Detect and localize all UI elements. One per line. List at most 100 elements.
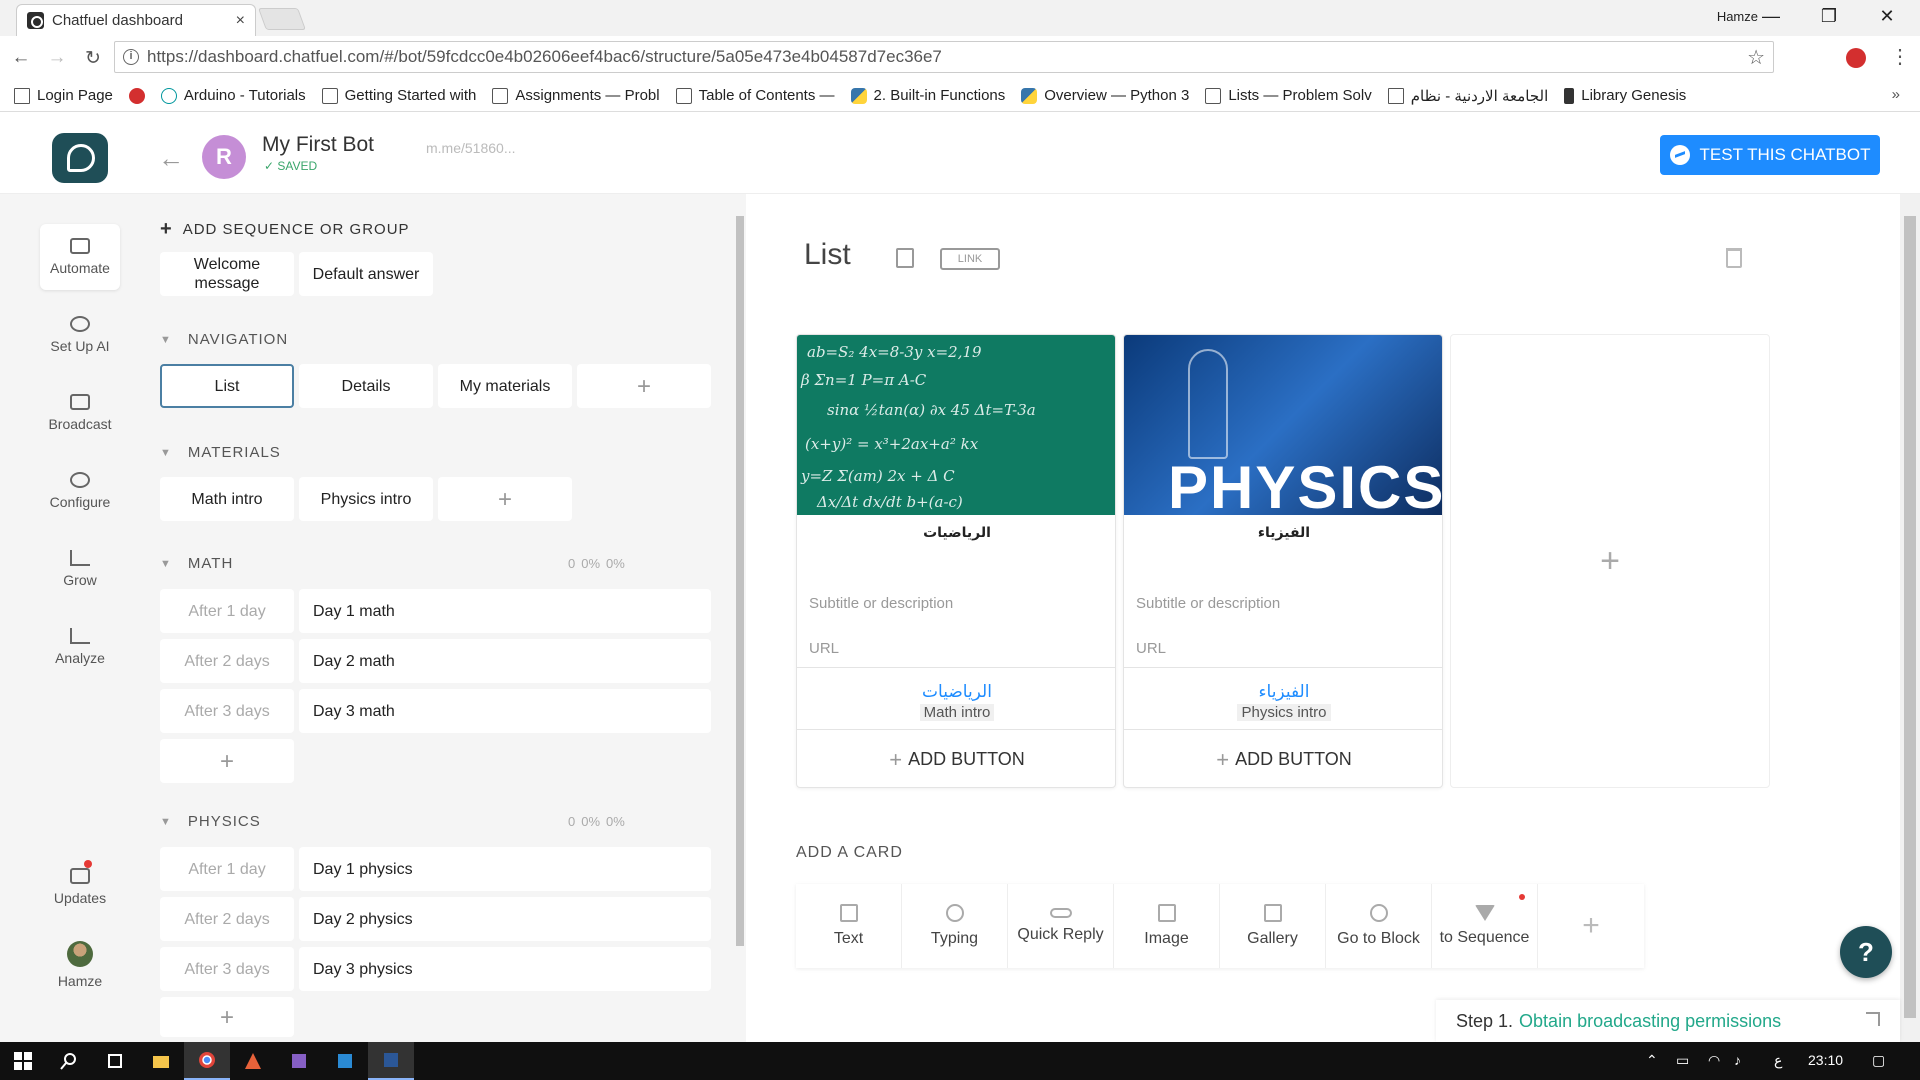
nav-set-up-ai[interactable]: Set Up AI (40, 302, 120, 368)
add-sequence-block-button[interactable]: + (160, 739, 294, 783)
bookmark-item[interactable]: Arduino - Tutorials (160, 87, 306, 104)
new-tab-button[interactable] (257, 8, 307, 30)
bookmark-item[interactable]: Assignments — Probl (492, 87, 660, 104)
nav-updates[interactable]: Updates (40, 854, 120, 920)
nav-grow[interactable]: Grow (40, 536, 120, 602)
card-subtitle-input[interactable]: Subtitle or description (1136, 595, 1280, 612)
test-chatbot-button[interactable]: TEST THIS CHATBOT (1660, 135, 1880, 175)
restore-button[interactable]: ❐ (1806, 6, 1852, 27)
bookmark-item[interactable] (128, 87, 145, 104)
url-text[interactable]: https://dashboard.chatfuel.com/#/bot/59f… (147, 47, 1739, 67)
bot-name[interactable]: My First Bot (262, 133, 374, 157)
bookmark-item[interactable]: Overview — Python 3 (1021, 87, 1189, 104)
delay-setting[interactable]: After 1 day (160, 847, 294, 891)
card-url-input[interactable]: URL (809, 640, 839, 657)
scroll-thumb[interactable] (1904, 216, 1916, 1018)
back-icon[interactable]: ← (10, 47, 32, 69)
card-button[interactable]: الفيزياء Physics intro (1124, 667, 1442, 729)
plugin-typing[interactable]: Typing (902, 884, 1008, 968)
plugin-quick-reply[interactable]: Quick Reply (1008, 884, 1114, 968)
close-window-button[interactable]: ✕ (1864, 6, 1910, 27)
block-day-3-physics[interactable]: Day 3 physics (299, 947, 711, 991)
help-button[interactable]: ? (1840, 926, 1892, 978)
group-materials[interactable]: ▼ MATERIALS (160, 444, 281, 461)
bookmark-item[interactable]: 2. Built-in Functions (850, 87, 1005, 104)
delay-setting[interactable]: After 2 days (160, 897, 294, 941)
bookmark-item[interactable]: Login Page (14, 87, 113, 104)
search-button[interactable] (46, 1042, 92, 1080)
nav-user[interactable]: Hamze (40, 932, 120, 998)
task-view-button[interactable] (92, 1042, 138, 1080)
taskbar-chrome[interactable] (184, 1042, 230, 1080)
block-math-intro[interactable]: Math intro (160, 477, 294, 521)
expand-icon[interactable] (1866, 1012, 1880, 1026)
card-button[interactable]: الرياضيات Math intro (797, 667, 1115, 729)
plugin-go-to-block[interactable]: Go to Block (1326, 884, 1432, 968)
plugin-image[interactable]: Image (1114, 884, 1220, 968)
volume-icon[interactable]: ♪ (1734, 1052, 1741, 1068)
nav-automate[interactable]: Automate (40, 224, 120, 290)
notifications-icon[interactable]: ▢ (1872, 1052, 1885, 1069)
bookmark-item[interactable]: Getting Started with (321, 87, 476, 104)
extension-icon[interactable] (1846, 48, 1866, 68)
editor-scrollbar[interactable] (1900, 194, 1920, 1042)
back-arrow-icon[interactable]: ← (158, 143, 184, 174)
group-math[interactable]: ▼ MATH (160, 555, 233, 572)
card-image-math[interactable]: ab=S₂ 4x=8-3y x=2,19 β Σn=1 P=π A-C sinα… (797, 335, 1115, 515)
nav-analyze[interactable]: Analyze (40, 614, 120, 680)
structure-scrollbar[interactable] (734, 204, 746, 1040)
bookmark-item[interactable]: الجامعة الاردنية - نظام (1387, 87, 1548, 105)
block-title[interactable]: List (804, 238, 851, 272)
tab-close-icon[interactable]: × (236, 12, 245, 30)
onboarding-step-bar[interactable]: Step 1. Obtain broadcasting permissions (1436, 1000, 1900, 1042)
block-physics-intro[interactable]: Physics intro (299, 477, 433, 521)
card-image-physics[interactable]: PHYSICS (1124, 335, 1442, 521)
taskbar-vscode[interactable] (322, 1042, 368, 1080)
chatfuel-logo-icon[interactable] (52, 133, 108, 183)
block-day-2-physics[interactable]: Day 2 physics (299, 897, 711, 941)
plugin-more[interactable]: + (1538, 884, 1644, 968)
block-day-2-math[interactable]: Day 2 math (299, 639, 711, 683)
add-sequence-block-button[interactable]: + (160, 997, 294, 1037)
block-welcome-message[interactable]: Welcome message (160, 252, 294, 296)
forward-icon[interactable]: → (46, 47, 68, 69)
taskbar-explorer[interactable] (138, 1042, 184, 1080)
bot-messenger-link[interactable]: m.me/51860... (426, 140, 516, 156)
card-subtitle-input[interactable]: Subtitle or description (809, 595, 953, 612)
bookmark-item[interactable]: Lists — Problem Solv (1205, 87, 1372, 104)
add-block-button[interactable]: + (577, 364, 711, 408)
copy-icon[interactable] (896, 248, 914, 268)
add-button-button[interactable]: + ADD BUTTON (797, 729, 1115, 787)
taskbar-visual-studio[interactable] (276, 1042, 322, 1080)
bookmark-item[interactable]: Library Genesis (1564, 87, 1686, 104)
card-title[interactable]: الرياضيات (797, 525, 1115, 541)
taskbar-word[interactable] (368, 1042, 414, 1080)
start-button[interactable] (0, 1042, 46, 1080)
plugin-text[interactable]: Text (796, 884, 902, 968)
minimize-button[interactable]: — (1748, 6, 1794, 27)
add-button-button[interactable]: + ADD BUTTON (1124, 729, 1442, 787)
bookmarks-more-icon[interactable]: » (1892, 86, 1900, 103)
block-my-materials[interactable]: My materials (438, 364, 572, 408)
card-url-input[interactable]: URL (1136, 640, 1166, 657)
browser-tab[interactable]: Chatfuel dashboard × (16, 4, 256, 36)
add-gallery-card-button[interactable]: + (1450, 334, 1770, 788)
trash-icon[interactable] (1726, 248, 1742, 268)
nav-broadcast[interactable]: Broadcast (40, 380, 120, 446)
delay-setting[interactable]: After 2 days (160, 639, 294, 683)
input-language[interactable]: ع (1774, 1052, 1782, 1069)
browser-menu-icon[interactable]: ⋮ (1890, 44, 1910, 69)
group-physics[interactable]: ▼ PHYSICS (160, 813, 261, 830)
group-navigation[interactable]: ▼ NAVIGATION (160, 331, 288, 348)
block-day-1-physics[interactable]: Day 1 physics (299, 847, 711, 891)
link-button[interactable]: LINK (940, 248, 1000, 270)
broadcast-permissions-link[interactable]: Obtain broadcasting permissions (1519, 1011, 1781, 1032)
battery-icon[interactable]: ▭ (1676, 1052, 1689, 1069)
block-day-3-math[interactable]: Day 3 math (299, 689, 711, 733)
plugin-to-sequence[interactable]: to Sequence (1432, 884, 1538, 968)
bookmark-item[interactable]: Table of Contents — (675, 87, 835, 104)
delay-setting[interactable]: After 3 days (160, 689, 294, 733)
bookmark-star-icon[interactable]: ☆ (1747, 45, 1765, 70)
tray-chevron-icon[interactable]: ⌃ (1646, 1052, 1658, 1069)
bot-avatar[interactable]: R (202, 135, 246, 179)
